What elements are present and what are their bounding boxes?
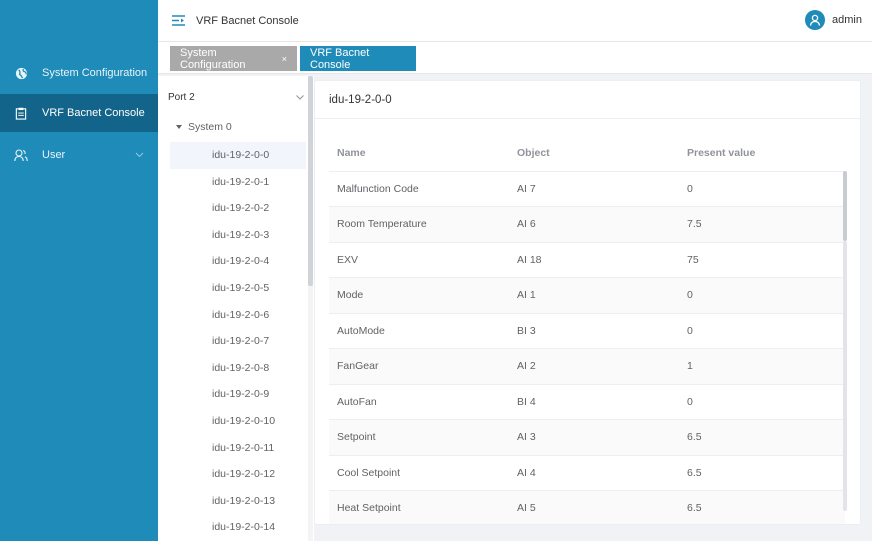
table-scrollbar[interactable] [843, 171, 847, 511]
tree-leaf[interactable]: idu-19-2-0-9 [170, 381, 306, 408]
table-row[interactable]: AutoFan BI 40 [329, 384, 845, 420]
tab-label: VRF Bacnet Console [310, 46, 370, 71]
cell-object: AI 4 [509, 455, 679, 491]
sidebar-item-user[interactable]: User [0, 136, 158, 174]
cell-name: Heat Setpoint [329, 490, 509, 524]
sidebar: System Configuration VRF Bacnet Console … [0, 0, 158, 541]
tree-scrollbar-thumb[interactable] [308, 76, 313, 286]
table-row[interactable]: Setpoint AI 3 6.5 [329, 419, 845, 456]
tab-vrf-bacnet-console[interactable]: VRF Bacnet Console [300, 46, 416, 71]
tree-leaf[interactable]: idu-19-2-0-4 [170, 248, 306, 275]
tab-system-configuration[interactable]: System Configuration × [170, 46, 297, 71]
detail-title: idu-19-2-0-0 [315, 81, 860, 119]
table-row[interactable]: EXV AI 18 75 [329, 242, 845, 278]
cell-name: Setpoint [329, 419, 509, 456]
globe-icon [14, 66, 28, 80]
cell-object: AI 7 [509, 171, 679, 207]
cell-value: 0 [679, 277, 845, 314]
page-title: VRF Bacnet Console [196, 14, 299, 27]
close-icon[interactable]: × [282, 54, 287, 64]
user-menu[interactable]: admin [805, 10, 862, 30]
cell-name: AutoMode [329, 313, 509, 349]
table-row[interactable]: Malfunction Code AI 70 [329, 171, 845, 207]
tree-scrollbar[interactable] [308, 76, 313, 541]
clipboard-icon [14, 106, 28, 120]
username: admin [832, 14, 862, 26]
table-row[interactable]: FanGear AI 21 [329, 348, 845, 385]
cell-value: 6.5 [679, 455, 845, 491]
tree-leaf[interactable]: idu-19-2-0-13 [170, 488, 306, 515]
tree-leaf[interactable]: idu-19-2-0-0 [170, 142, 306, 169]
cell-value: 0 [679, 384, 845, 420]
sidebar-item-label: User [42, 149, 66, 161]
properties-table: Name Object Present value Malfunction Co… [329, 135, 845, 524]
port-select[interactable]: Port 2 [168, 88, 304, 106]
cell-object: AI 1 [509, 277, 679, 314]
tree-leaf-list: idu-19-2-0-0 idu-19-2-0-1 idu-19-2-0-2 idu-… [170, 142, 306, 541]
cell-name: Mode [329, 277, 509, 314]
cell-value: 0 [679, 171, 845, 207]
tree-leaf[interactable]: idu-19-2-0-6 [170, 302, 306, 329]
table-row[interactable]: AutoMode BI 30 [329, 313, 845, 349]
tree-leaf[interactable]: idu-19-2-0-12 [170, 461, 306, 488]
column-header-object: Object [509, 135, 679, 172]
table-row[interactable]: Mode AI 10 [329, 277, 845, 314]
cell-object: AI 2 [509, 348, 679, 385]
column-header-name: Name [329, 135, 509, 172]
column-header-present-value: Present value [679, 135, 845, 172]
cell-object: BI 3 [509, 313, 679, 349]
top-header: VRF Bacnet Console admin [158, 0, 872, 42]
table-scrollbar-thumb[interactable] [843, 171, 847, 241]
avatar [805, 10, 826, 30]
sidebar-item-system-configuration[interactable]: System Configuration [0, 54, 158, 92]
chevron-down-icon [296, 92, 304, 103]
cell-value: 6.5 [679, 490, 845, 524]
tree-leaf[interactable]: idu-19-2-0-10 [170, 408, 306, 435]
tree-leaf[interactable]: idu-19-2-0-2 [170, 195, 306, 222]
tab-bar: System Configuration × VRF Bacnet Consol… [158, 42, 872, 74]
cell-object: AI 3 [509, 419, 679, 456]
tree-leaf[interactable]: idu-19-2-0-11 [170, 435, 306, 462]
cell-name: Room Temperature [329, 206, 509, 243]
table-body: Malfunction Code AI 7 0 Room Temperature AI … [329, 171, 845, 524]
tree-leaf[interactable]: idu-19-2-0-7 [170, 328, 306, 355]
cell-name: Cool Setpoint [329, 455, 509, 491]
table-row[interactable]: Cool Setpoint AI 4 6.5 [329, 455, 845, 491]
chevron-down-icon [135, 149, 144, 161]
table-header-row: Name Object Present value [329, 135, 845, 172]
cell-name: Malfunction Code [329, 171, 509, 207]
menu-collapse-icon[interactable] [172, 13, 188, 29]
tree-leaf[interactable]: idu-19-2-0-14 [170, 514, 306, 541]
table-scrollbar-track[interactable] [843, 241, 847, 511]
cell-name: FanGear [329, 348, 509, 385]
cell-name: EXV [329, 242, 509, 278]
cell-value: 6.5 [679, 419, 845, 456]
tree-node-label: System 0 [188, 121, 232, 133]
cell-object: AI 18 [509, 242, 679, 278]
port-select-value: Port 2 [168, 91, 195, 103]
table-row[interactable]: Heat Setpoint AI 5 6.5 [329, 490, 845, 524]
detail-panel: idu-19-2-0-0 Name Object Present value M… [314, 80, 861, 525]
sidebar-item-label: VRF Bacnet Console [42, 107, 145, 119]
sidebar-item-vrf-bacnet-console[interactable]: VRF Bacnet Console [0, 94, 158, 132]
cell-object: AI 5 [509, 490, 679, 524]
cell-value: 0 [679, 313, 845, 349]
users-icon [14, 148, 28, 162]
caret-down-icon[interactable] [176, 125, 182, 129]
cell-object: AI 6 [509, 206, 679, 243]
table-row[interactable]: Room Temperature AI 6 7.5 [329, 206, 845, 243]
tree-leaf[interactable]: idu-19-2-0-3 [170, 222, 306, 249]
tree-node-system[interactable]: System 0 [176, 121, 232, 133]
cell-value: 7.5 [679, 206, 845, 243]
tree-leaf[interactable]: idu-19-2-0-5 [170, 275, 306, 302]
device-tree-panel: Port 2 System 0 idu-19-2-0-0 idu-19-2-0-1… [158, 76, 314, 541]
tree-leaf[interactable]: idu-19-2-0-8 [170, 355, 306, 382]
cell-value: 75 [679, 242, 845, 278]
cell-name: AutoFan [329, 384, 509, 420]
tree-leaf[interactable]: idu-19-2-0-1 [170, 169, 306, 196]
cell-object: BI 4 [509, 384, 679, 420]
tab-label: System Configuration [180, 46, 246, 71]
sidebar-item-label: System Configuration [42, 67, 148, 79]
cell-value: 1 [679, 348, 845, 385]
